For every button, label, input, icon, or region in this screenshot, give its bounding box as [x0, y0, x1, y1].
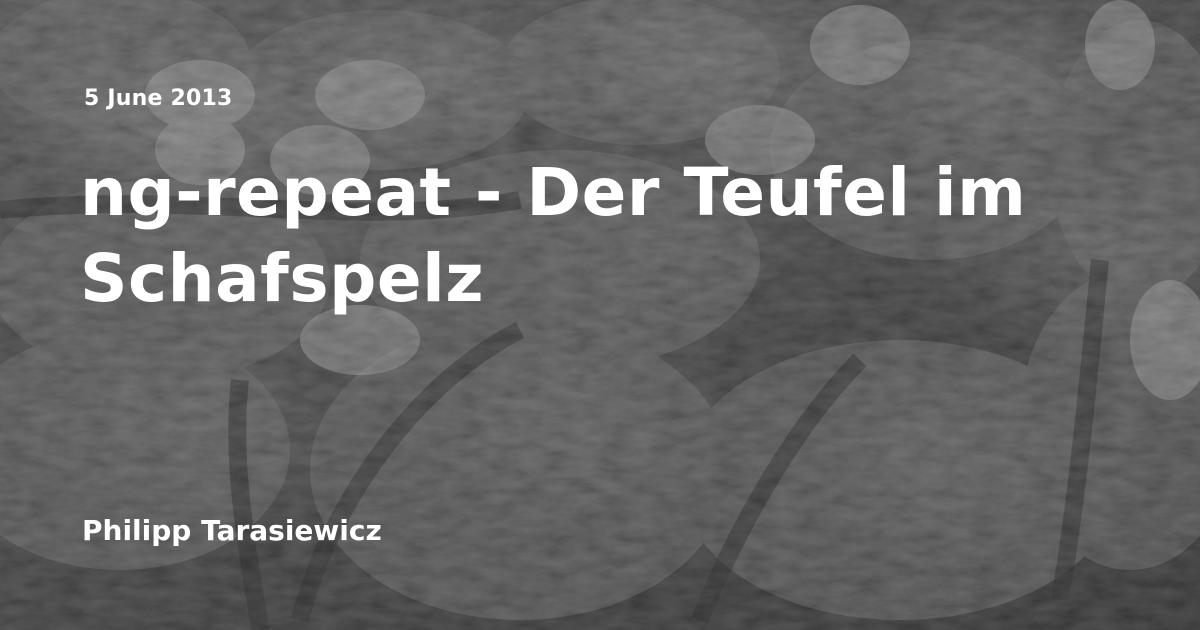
post-title: ng-repeat - Der Teufel im Schafspelz — [80, 154, 1027, 317]
post-date: 5 June 2013 — [84, 86, 233, 111]
social-card: 5 June 2013 ng-repeat - Der Teufel im Sc… — [0, 0, 1200, 630]
post-author: Philipp Tarasiewicz — [82, 514, 382, 547]
